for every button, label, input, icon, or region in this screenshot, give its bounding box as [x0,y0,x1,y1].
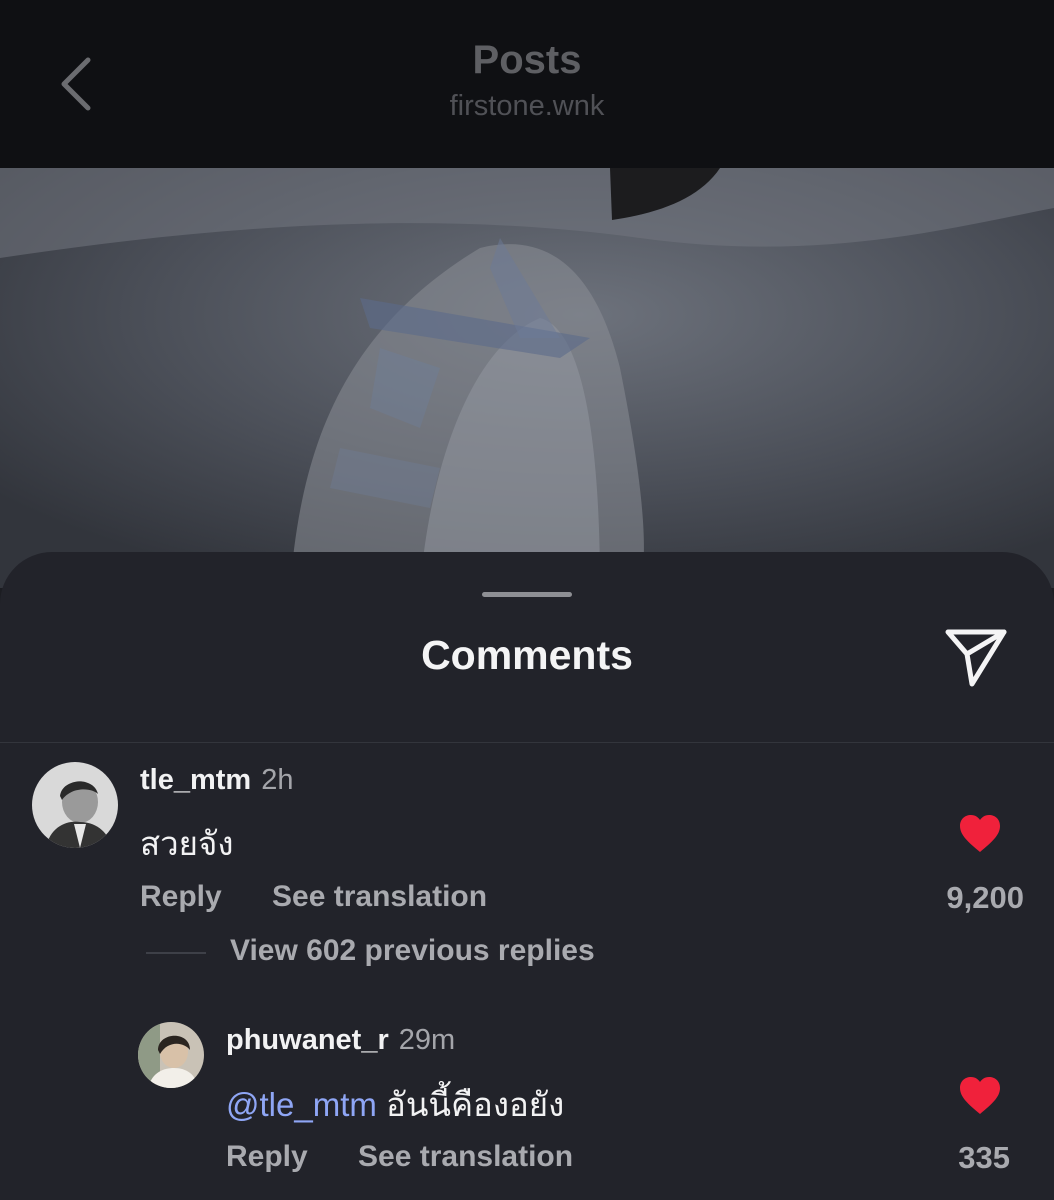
view-previous-replies-button[interactable]: View 602 previous replies [230,934,595,968]
like-button[interactable] [958,1076,1002,1116]
post-image [0,168,1054,588]
username-text[interactable]: phuwanet_r [226,1024,389,1056]
see-translation-button[interactable]: See translation [272,880,487,914]
username-text[interactable]: tle_mtm [140,764,251,796]
heart-icon [960,815,1000,852]
mention-link[interactable]: @tle_mtm [226,1086,377,1123]
see-translation-button[interactable]: See translation [358,1140,573,1174]
like-button[interactable] [958,814,1002,854]
account-username[interactable]: firstone.wnk [0,90,1054,123]
share-button[interactable] [940,626,1010,690]
comment-text: @tle_mtm อันนี้คืองอยัง [226,1078,564,1131]
comment-body: อันนี้คืองอยัง [386,1086,565,1123]
divider [0,742,1054,743]
comment-time: 29m [398,1024,456,1056]
comment-username[interactable]: tle_mtm 2h [140,764,293,797]
reply-button[interactable]: Reply [226,1140,308,1174]
avatar[interactable] [32,762,118,848]
like-count[interactable]: 9,200 [946,880,1024,916]
page-title: Posts [472,38,582,82]
comment-username[interactable]: phuwanet_r 29m [226,1024,455,1057]
avatar[interactable] [138,1022,204,1088]
replies-divider-line [146,952,206,954]
like-count[interactable]: 335 [958,1140,1010,1176]
paper-plane-icon [945,629,1007,687]
comment-text: สวยจัง [140,825,234,862]
comments-sheet: Comments tle_mtm 2h สวยจัง Reply See tran… [0,552,1054,1200]
sheet-grabber[interactable] [482,592,572,597]
heart-icon [960,1077,1000,1114]
comment-time: 2h [261,764,294,796]
top-bar: Posts firstone.wnk [0,0,1054,168]
comments-title: Comments [421,632,633,678]
reply-button[interactable]: Reply [140,880,222,914]
